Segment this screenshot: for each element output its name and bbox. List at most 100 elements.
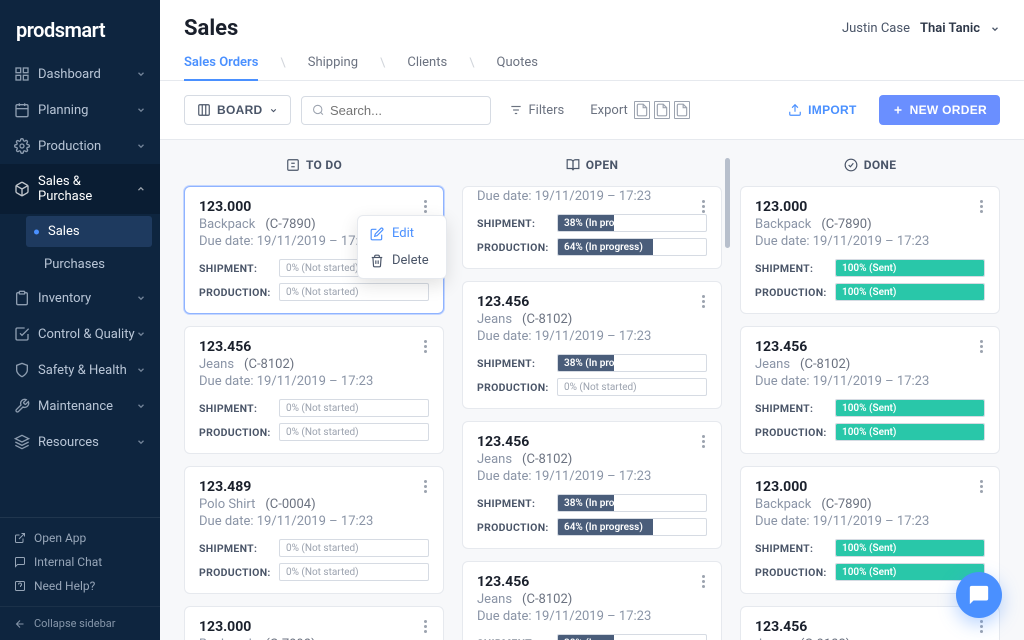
order-card[interactable]: 123.489Polo Shirt(C-0004)Due date: 19/11… [184,466,444,594]
order-card[interactable]: EditDelete123.000Backpack(C-7890)Due dat… [184,186,444,314]
order-card[interactable]: 123.456Jeans(C-8102)Due date: 19/11/2019… [740,606,1000,640]
footer-link-label: Need Help? [34,579,95,593]
sidebar-item-label: Inventory [38,291,91,306]
chevron-down-icon [136,401,146,411]
card-code: (C-7890) [821,497,871,512]
sidebar: prodsmart Dashboard Planning Production … [0,0,160,640]
sidebar-item-dashboard[interactable]: Dashboard [0,56,160,92]
button-label: IMPORT [808,103,856,117]
order-card[interactable]: 123.000Backpack(C-7890)Due date: 19/11/2… [740,466,1000,594]
tab-sales-orders[interactable]: Sales Orders [184,47,258,80]
progress-bar: 64% (In progress) [557,518,707,536]
need-help-link[interactable]: Need Help? [14,574,146,598]
card-code: (C-7890) [265,217,315,232]
card-due: Due date: 19/11/2019 – 17:23 [477,469,707,484]
sidebar-item-resources[interactable]: Resources [0,424,160,460]
card-more-button[interactable] [971,475,991,497]
card-more-button[interactable] [415,615,435,637]
sidebar-item-safety-health[interactable]: Safety & Health [0,352,160,388]
metric-label: SHIPMENT: [477,357,549,370]
scrollbar[interactable] [725,158,730,248]
chevron-down-icon [136,293,146,303]
sidebar-item-planning[interactable]: Planning [0,92,160,128]
tab-quotes[interactable]: Quotes [497,47,538,80]
card-more-button[interactable] [693,290,713,312]
card-due: Due date: 19/11/2019 – 17:23 [199,514,429,529]
card-code: (C-8102) [244,357,294,372]
footer-link-label: Internal Chat [34,555,102,569]
card-more-button[interactable] [415,475,435,497]
tab-separator: \ [380,56,385,71]
sidebar-item-purchases[interactable]: Purchases [22,249,160,280]
sidebar-item-sales-purchase[interactable]: Sales & Purchase [0,164,160,214]
card-more-button[interactable] [971,195,991,217]
menu-edit[interactable]: Edit [358,220,446,247]
xls-icon[interactable] [674,101,690,119]
csv-icon[interactable] [654,101,670,119]
sidebar-item-label: Sales [48,224,80,239]
user-menu[interactable]: Justin Case Thai Tanic [842,21,1000,36]
progress-bar: 0% (Not started) [279,399,429,417]
progress-bar: 0% (Not started) [279,283,429,301]
metric-row: SHIPMENT:100% (Sent) [755,259,985,277]
tab-clients[interactable]: Clients [407,47,447,80]
sidebar-item-inventory[interactable]: Inventory [0,280,160,316]
chevron-down-icon [136,141,146,151]
order-card[interactable]: 123.456Jeans(C-8102)Due date: 19/11/2019… [462,561,722,640]
shield-icon [14,362,30,378]
order-card[interactable]: 123.456Jeans(C-8102)Due date: 19/11/2019… [740,326,1000,454]
order-card[interactable]: 123.456Jeans(C-8102)Due date: 19/11/2019… [462,421,722,549]
progress-bar: 38% (In production) [557,354,707,372]
card-product: Polo Shirt [199,497,255,512]
order-card[interactable]: 123.456Jeans(C-8102)Due date: 19/11/2019… [462,281,722,409]
sidebar-item-label: Purchases [44,257,105,272]
metric-label: SHIPMENT: [477,497,549,510]
metric-label: SHIPMENT: [477,637,549,640]
search-input[interactable] [330,103,480,118]
card-more-button[interactable] [693,430,713,452]
search-input-wrapper[interactable] [301,96,491,125]
chat-fab[interactable] [956,572,1002,618]
nav: Dashboard Planning Production Sales & Pu… [0,56,160,517]
metric-row: SHIPMENT: 38% (In production) [477,354,707,372]
board-view-button[interactable]: BOARD [184,95,291,125]
metric-row: PRODUCTION:0% (Not started) [199,283,429,301]
sidebar-item-maintenance[interactable]: Maintenance [0,388,160,424]
card-more-button[interactable] [415,195,435,217]
plus-icon [892,104,904,116]
card-product: Backpack [755,217,811,232]
metric-label: PRODUCTION: [755,286,827,299]
sidebar-item-sales[interactable]: Sales [26,216,152,247]
internal-chat-link[interactable]: Internal Chat [14,550,146,574]
collapse-sidebar-button[interactable]: Collapse sidebar [0,606,160,640]
metric-label: PRODUCTION: [755,426,827,439]
sidebar-item-label: Maintenance [38,399,113,414]
sidebar-item-production[interactable]: Production [0,128,160,164]
import-button[interactable]: IMPORT [776,96,868,124]
order-card[interactable]: Due date: 19/11/2019 – 17:23SHIPMENT:38%… [462,186,722,269]
export-button[interactable]: Export [582,95,698,125]
board-icon [197,103,211,117]
chevron-down-icon [136,365,146,375]
order-card[interactable]: 123.000Backpack(C-7890)Due date: 19/11/2… [184,606,444,640]
menu-delete[interactable]: Delete [358,247,446,274]
order-card[interactable]: 123.456Jeans(C-8102)Due date: 19/11/2019… [184,326,444,454]
filters-button[interactable]: Filters [501,97,573,124]
metric-label: PRODUCTION: [199,426,271,439]
metric-label: SHIPMENT: [755,402,827,415]
card-more-button[interactable] [971,615,991,637]
card-more-button[interactable] [693,570,713,592]
tab-shipping[interactable]: Shipping [308,47,358,80]
column-title: DONE [864,158,897,172]
upload-icon [788,103,802,117]
sidebar-item-control-quality[interactable]: Control & Quality [0,316,160,352]
order-card[interactable]: 123.000Backpack(C-7890)Due date: 19/11/2… [740,186,1000,314]
metric-label: PRODUCTION: [477,381,549,394]
pdf-icon[interactable] [634,101,650,119]
card-more-button[interactable] [415,335,435,357]
column-header: TO DO [184,158,444,172]
card-more-button[interactable] [971,335,991,357]
new-order-button[interactable]: NEW ORDER [879,95,1000,125]
progress-bar: 38% (In production) [557,214,707,232]
open-app-link[interactable]: Open App [14,526,146,550]
